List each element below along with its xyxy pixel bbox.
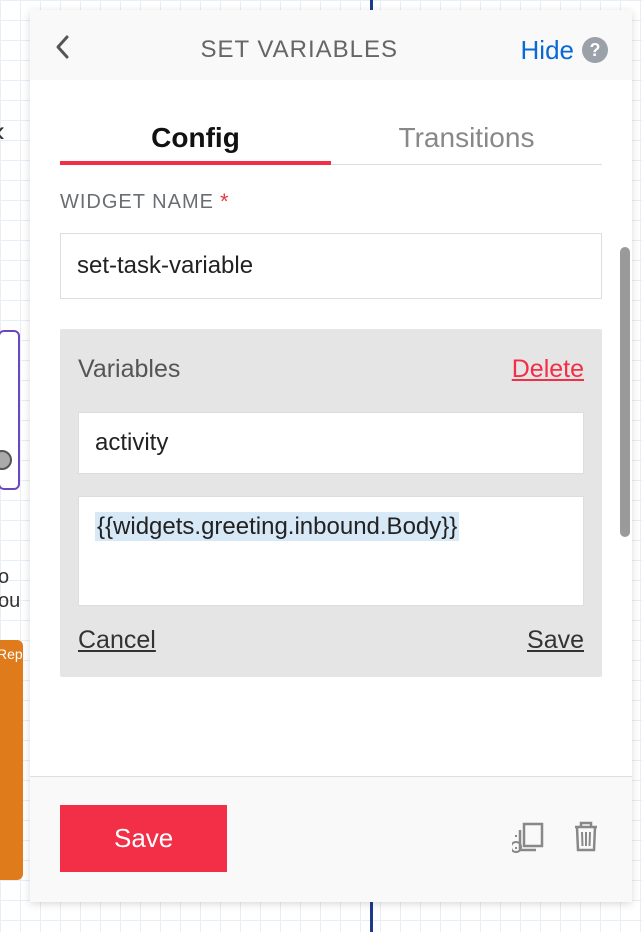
background-orange-widget: Rep — [0, 640, 23, 880]
variable-key-input[interactable] — [78, 412, 584, 474]
panel-body: Config Transitions WIDGET NAME * Variabl… — [30, 80, 632, 776]
panel-title: SET VARIABLES — [78, 36, 521, 64]
trash-icon[interactable] — [570, 818, 602, 859]
footer-icons — [512, 818, 602, 859]
scrollbar-thumb[interactable] — [620, 247, 630, 537]
tabs: Config Transitions — [60, 108, 602, 165]
delete-link[interactable]: Delete — [512, 355, 584, 384]
tab-config[interactable]: Config — [60, 108, 331, 164]
widget-name-input[interactable] — [60, 233, 602, 299]
widget-name-label-text: WIDGET NAME — [60, 191, 214, 214]
variables-title: Variables — [78, 355, 180, 384]
tab-transitions[interactable]: Transitions — [331, 108, 602, 164]
variable-value-input[interactable]: {{widgets.greeting.inbound.Body}} — [78, 496, 584, 606]
cancel-link[interactable]: Cancel — [78, 626, 156, 655]
widget-name-label: WIDGET NAME * — [60, 189, 602, 215]
variables-header: Variables Delete — [78, 355, 584, 384]
save-variable-link[interactable]: Save — [527, 626, 584, 655]
hide-link[interactable]: Hide — [521, 35, 574, 66]
background-text-fragment: oou — [0, 565, 20, 613]
back-arrow-icon[interactable] — [54, 34, 78, 67]
required-asterisk-icon: * — [220, 189, 230, 215]
save-button[interactable]: Save — [60, 805, 227, 872]
variable-actions: Cancel Save — [78, 626, 584, 655]
config-panel: SET VARIABLES Hide ? Config Transitions … — [30, 10, 632, 902]
panel-footer: Save — [30, 776, 632, 902]
panel-header: SET VARIABLES Hide ? — [30, 10, 632, 80]
variable-value-text: {{widgets.greeting.inbound.Body}} — [95, 512, 459, 541]
variables-block: Variables Delete {{widgets.greeting.inbo… — [60, 329, 602, 677]
background-chevron-icon: ‹ — [0, 115, 5, 149]
help-icon[interactable]: ? — [582, 37, 608, 63]
duplicate-icon[interactable] — [512, 818, 548, 859]
